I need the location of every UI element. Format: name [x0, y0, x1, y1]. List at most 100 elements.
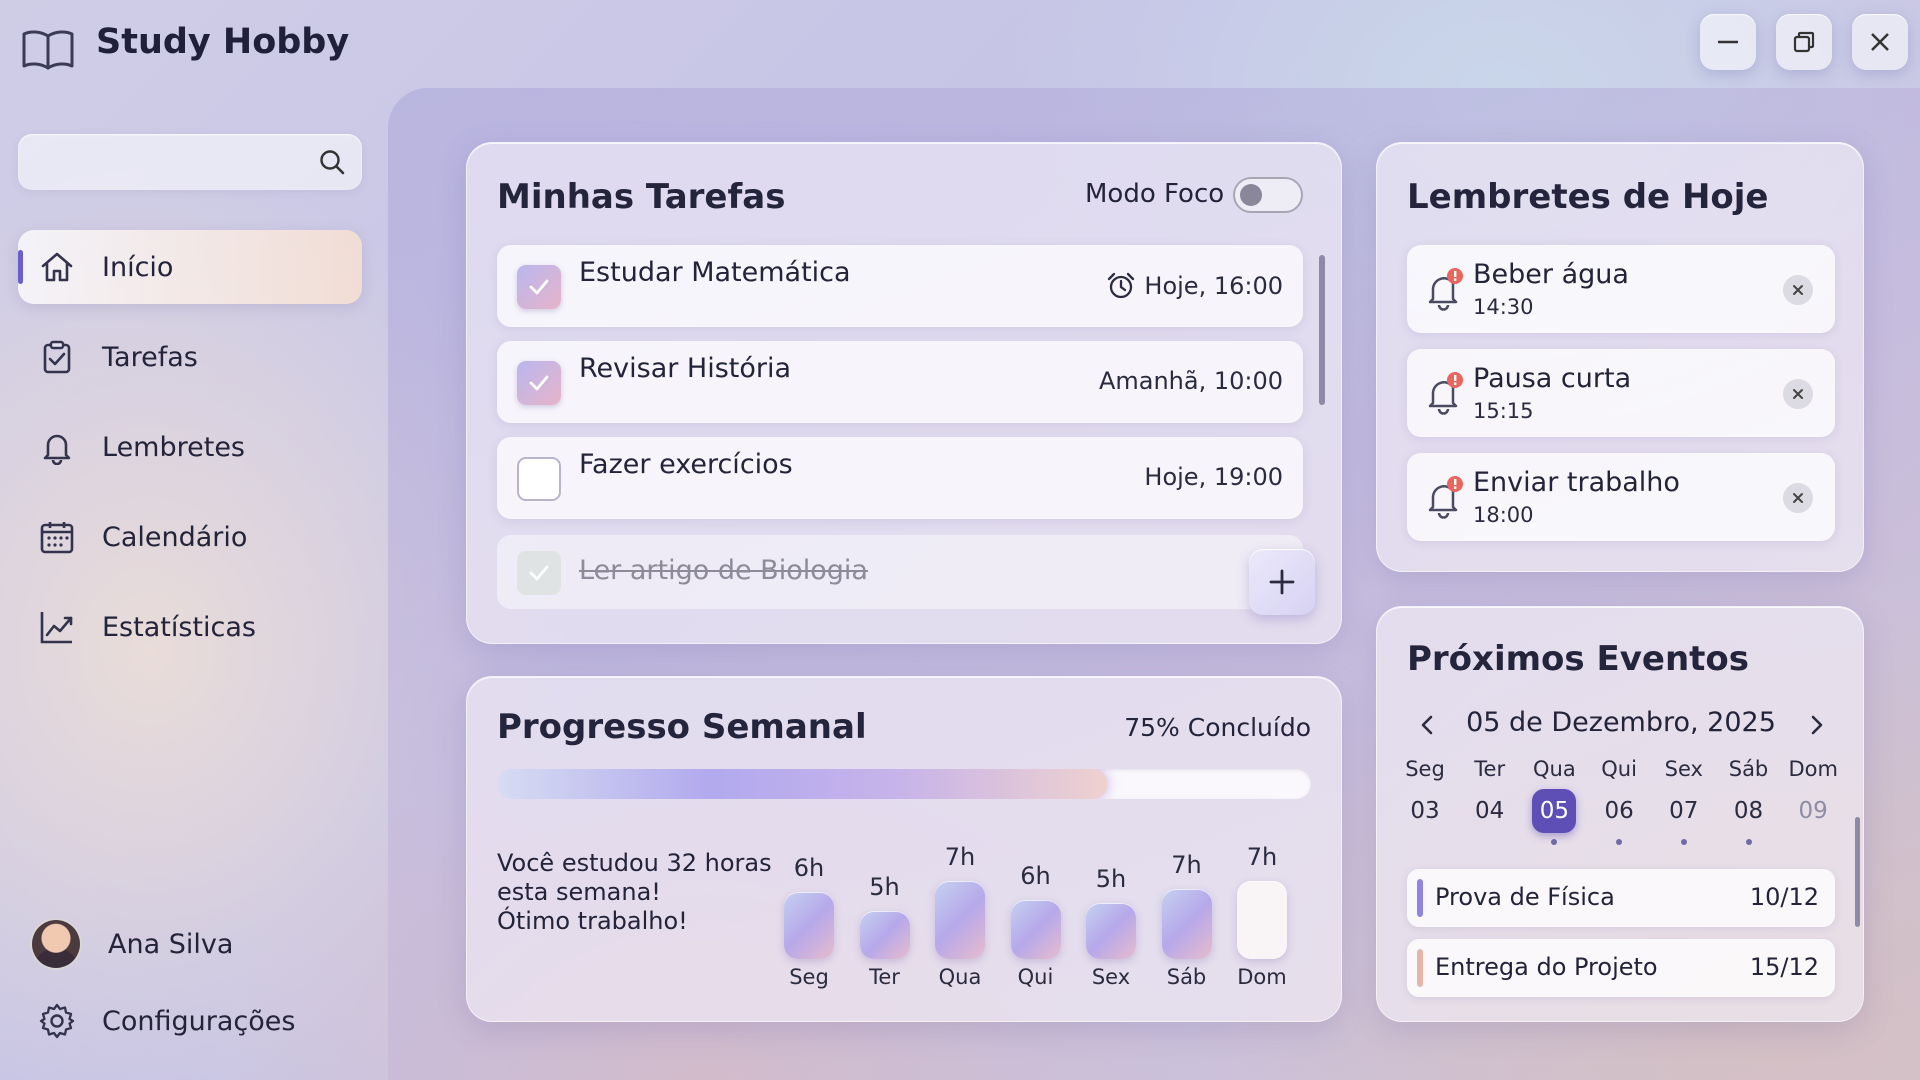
progress-percent-label: 75% Concluído: [1124, 713, 1311, 742]
settings-label: Configurações: [102, 1005, 296, 1037]
day-label: Qua: [938, 965, 982, 989]
reminder-title: Beber água: [1473, 259, 1629, 290]
search-icon[interactable]: [318, 148, 346, 176]
task-checkbox[interactable]: [517, 551, 561, 595]
bar-column-sáb: 7h Sáb: [1161, 847, 1212, 1007]
chart-line-icon: [38, 608, 76, 646]
calendar-day-09[interactable]: 09: [1791, 789, 1835, 833]
check-icon: [529, 375, 549, 391]
hours-bar: [784, 892, 834, 959]
weekly-progress-card: Progresso Semanal 75% Concluído Você est…: [466, 676, 1342, 1022]
minimize-icon: [1718, 40, 1738, 44]
task-time: Hoje, 19:00: [1144, 463, 1283, 491]
hours-bar: [935, 881, 985, 959]
day-label: Sex: [1091, 965, 1131, 989]
minimize-button[interactable]: [1700, 14, 1756, 70]
close-icon: [1793, 389, 1803, 399]
search-input[interactable]: [34, 150, 318, 174]
user-name: Ana Silva: [108, 928, 234, 960]
tasks-scrollbar[interactable]: [1319, 255, 1325, 405]
task-row[interactable]: Estudar Matemática Hoje, 16:00: [497, 245, 1303, 327]
calendar-next-button[interactable]: [1807, 713, 1827, 741]
clipboard-check-icon: [38, 338, 76, 376]
calendar-day-08[interactable]: 08: [1727, 789, 1771, 833]
event-date: 15/12: [1749, 953, 1819, 981]
event-name: Prova de Física: [1435, 883, 1615, 911]
bell-alert-icon: [1428, 476, 1463, 519]
event-item[interactable]: Prova de Física 10/12: [1407, 869, 1835, 927]
toggle-knob: [1240, 184, 1262, 206]
bar-column-sex: 5h Sex: [1086, 847, 1136, 1007]
hours-bar: [1010, 900, 1061, 959]
daily-hours-chart: 6h Seg 5h Ter 7h Qua 6h Qui 5h Sex 7h Sáb 7h Dom: [467, 843, 1343, 1007]
calendar-day-06[interactable]: 06: [1597, 789, 1641, 833]
task-row[interactable]: Revisar História Amanhã, 10:00: [497, 341, 1303, 423]
sidebar-item-inicio[interactable]: Início: [18, 230, 362, 304]
hours-value-label: 7h: [944, 843, 976, 871]
progress-title: Progresso Semanal: [497, 707, 867, 747]
day-label: Ter: [869, 965, 900, 989]
sidebar-item-calendario[interactable]: Calendário: [18, 500, 362, 574]
calendar-day-04[interactable]: 04: [1468, 789, 1512, 833]
day-label: Dom: [1237, 965, 1287, 989]
task-time-text: Hoje, 16:00: [1144, 272, 1283, 300]
dismiss-reminder-button[interactable]: [1783, 483, 1813, 513]
focus-mode-toggle[interactable]: [1233, 177, 1303, 213]
weekday-label: Sáb: [1728, 757, 1769, 781]
calendar-day-05[interactable]: 05: [1532, 789, 1577, 833]
settings-button[interactable]: Configurações: [38, 1002, 295, 1040]
task-checkbox[interactable]: [517, 457, 561, 501]
event-indicator-dot: [1680, 839, 1687, 845]
sidebar-item-label: Início: [102, 251, 174, 283]
hours-value-label: 5h: [1095, 865, 1127, 893]
task-name: Revisar História: [579, 353, 792, 384]
dismiss-reminder-button[interactable]: [1783, 379, 1813, 409]
sidebar-item-label: Estatísticas: [102, 611, 256, 643]
close-window-button[interactable]: [1852, 14, 1908, 70]
task-time: Hoje, 16:00: [1106, 271, 1283, 301]
app-title: Study Hobby: [96, 22, 350, 62]
check-icon: [529, 279, 549, 295]
sidebar-item-label: Calendário: [102, 521, 248, 553]
reminder-item[interactable]: Beber água 14:30: [1407, 245, 1835, 333]
event-color-bar: [1417, 879, 1423, 917]
calendar-day-07[interactable]: 07: [1662, 789, 1706, 833]
task-row-completed[interactable]: Ler artigo de Biologia: [497, 535, 1303, 609]
progress-fill: [497, 769, 1108, 799]
hours-value-label: 5h: [869, 873, 900, 901]
bell-icon: [38, 428, 76, 466]
weekday-label: Seg: [1405, 757, 1445, 781]
sidebar-item-lembretes[interactable]: Lembretes: [18, 410, 362, 484]
events-scrollbar[interactable]: [1855, 817, 1860, 927]
restore-button[interactable]: [1776, 14, 1832, 70]
calendar-day-03[interactable]: 03: [1403, 789, 1447, 833]
task-row[interactable]: Fazer exercícios Hoje, 19:00: [497, 437, 1303, 519]
avatar[interactable]: [30, 918, 82, 970]
sidebar-item-label: Lembretes: [102, 431, 246, 463]
event-item[interactable]: Entrega do Projeto 15/12: [1407, 939, 1835, 997]
hours-bar: [859, 911, 910, 959]
task-checkbox[interactable]: [517, 361, 561, 405]
weekday-label: Dom: [1788, 757, 1838, 781]
bar-column-dom: 7h Dom: [1237, 843, 1287, 1007]
chevron-right-icon: [1811, 715, 1823, 735]
search-box[interactable]: [18, 134, 362, 190]
event-indicator-dot: [1616, 839, 1623, 845]
task-checkbox[interactable]: [517, 265, 561, 309]
sidebar-item-tarefas[interactable]: Tarefas: [18, 320, 362, 394]
tasks-title: Minhas Tarefas: [497, 177, 786, 217]
weekday-label: Qua: [1533, 757, 1576, 781]
bar-column-qua: 7h Qua: [935, 843, 985, 1007]
calendar-icon: [38, 518, 76, 556]
dismiss-reminder-button[interactable]: [1783, 275, 1813, 305]
user-profile[interactable]: Ana Silva: [30, 918, 233, 970]
progress-bar: [497, 769, 1311, 799]
focus-mode-label: Modo Foco: [1085, 179, 1225, 209]
day-label: Sáb: [1166, 965, 1207, 989]
reminder-item[interactable]: Pausa curta 15:15: [1407, 349, 1835, 437]
reminder-item[interactable]: Enviar trabalho 18:00: [1407, 453, 1835, 541]
add-task-button[interactable]: [1249, 549, 1315, 615]
sidebar-item-estatisticas[interactable]: Estatísticas: [18, 590, 362, 664]
task-name: Estudar Matemática: [579, 257, 851, 288]
calendar-month-label: 05 de Dezembro, 2025: [1466, 707, 1776, 738]
